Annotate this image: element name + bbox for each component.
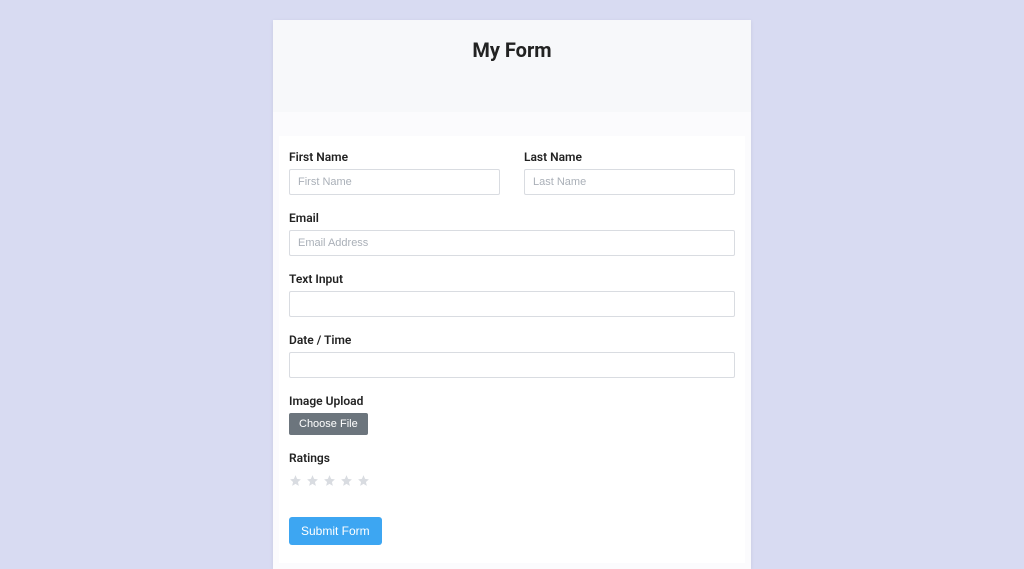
star-icon[interactable] xyxy=(357,474,370,487)
date-time-input[interactable] xyxy=(289,352,735,378)
form-header: My Form xyxy=(273,20,751,112)
text-input-input[interactable] xyxy=(289,291,735,317)
image-upload-label: Image Upload xyxy=(289,394,735,408)
first-name-input[interactable] xyxy=(289,169,500,195)
date-time-label: Date / Time xyxy=(289,333,735,347)
star-icon[interactable] xyxy=(289,474,302,487)
ratings-field: Ratings xyxy=(289,451,735,487)
email-field: Email xyxy=(289,211,735,256)
choose-file-button[interactable]: Choose File xyxy=(289,413,368,435)
text-input-label: Text Input xyxy=(289,272,735,286)
text-input-field: Text Input xyxy=(289,272,735,317)
form-outer-body: First Name Last Name Email Text Input Da… xyxy=(273,112,751,569)
star-icon[interactable] xyxy=(340,474,353,487)
email-input[interactable] xyxy=(289,230,735,256)
form-body: First Name Last Name Email Text Input Da… xyxy=(279,136,745,563)
star-icon[interactable] xyxy=(323,474,336,487)
email-label: Email xyxy=(289,211,735,225)
last-name-input[interactable] xyxy=(524,169,735,195)
star-icon[interactable] xyxy=(306,474,319,487)
image-upload-field: Image Upload Choose File xyxy=(289,394,735,435)
form-card: My Form First Name Last Name Email Text … xyxy=(273,20,751,569)
ratings-stars xyxy=(289,474,735,487)
first-name-label: First Name xyxy=(289,150,500,164)
name-row: First Name Last Name xyxy=(289,150,735,195)
ratings-label: Ratings xyxy=(289,451,735,465)
last-name-field: Last Name xyxy=(524,150,735,195)
first-name-field: First Name xyxy=(289,150,500,195)
submit-button[interactable]: Submit Form xyxy=(289,517,382,545)
last-name-label: Last Name xyxy=(524,150,735,164)
date-time-field: Date / Time xyxy=(289,333,735,378)
form-title: My Form xyxy=(273,38,751,62)
